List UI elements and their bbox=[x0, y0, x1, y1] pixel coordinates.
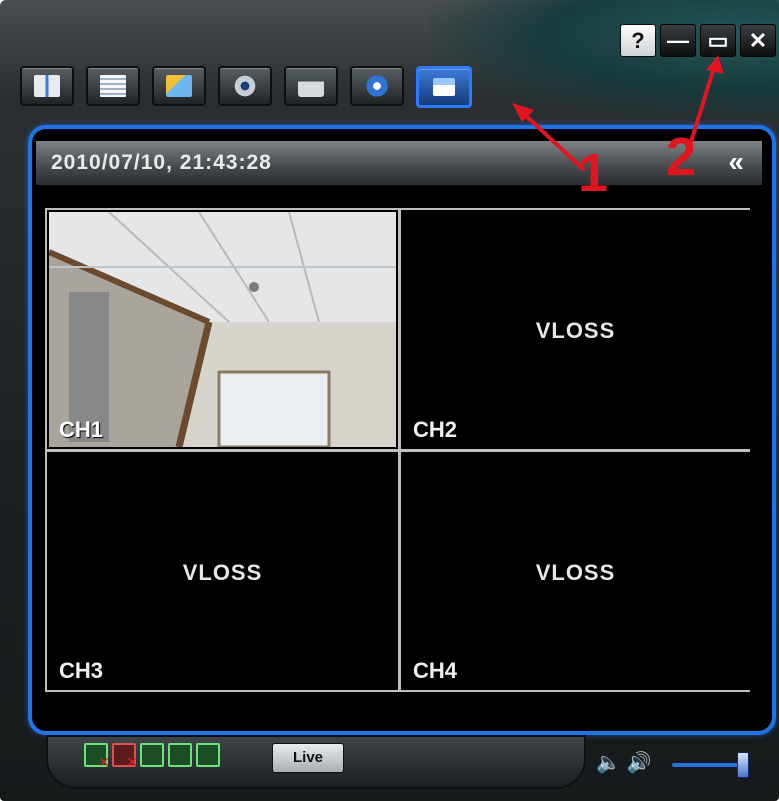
channel-label: CH1 bbox=[59, 417, 104, 442]
audio-controls: 🔈 🔊 bbox=[596, 750, 652, 774]
grid-divider-horizontal bbox=[47, 449, 748, 452]
channel-2-view[interactable]: VLOSS CH2 bbox=[401, 210, 750, 449]
layout-full-icon[interactable] bbox=[168, 743, 192, 767]
hand-pointer-icon bbox=[433, 78, 455, 96]
video-loss-status: VLOSS bbox=[535, 318, 616, 343]
search-image-icon bbox=[166, 75, 192, 97]
maximize-button[interactable]: ▭ bbox=[700, 24, 736, 57]
remote-config-button[interactable] bbox=[284, 66, 338, 106]
document-stack-icon bbox=[100, 75, 126, 97]
volume-slider-track[interactable] bbox=[672, 763, 742, 767]
mute-speaker-icon[interactable]: 🔈 bbox=[596, 750, 621, 774]
live-view-titlebar: 2010/07/10, 21:43:28 « bbox=[36, 141, 762, 185]
channel-4-view[interactable]: VLOSS CH4 bbox=[401, 452, 750, 690]
live-button[interactable]: Live bbox=[272, 743, 344, 773]
gear-icon bbox=[232, 75, 258, 97]
information-button[interactable] bbox=[350, 66, 404, 106]
speaker-volume-icon[interactable]: 🔊 bbox=[627, 750, 652, 774]
book-icon bbox=[34, 75, 60, 97]
bottom-control-bar: ✕ ✕ Live bbox=[46, 735, 586, 789]
volume-slider-handle[interactable] bbox=[737, 752, 749, 778]
channel-1-view[interactable]: CH1 bbox=[47, 210, 398, 449]
channel-label: CH2 bbox=[413, 417, 458, 442]
video-loss-status: VLOSS bbox=[535, 560, 616, 585]
info-icon bbox=[364, 75, 390, 97]
camera-feed-image bbox=[49, 212, 396, 447]
header-decoration bbox=[430, 0, 779, 120]
video-loss-status: VLOSS bbox=[182, 560, 263, 585]
search-button[interactable] bbox=[152, 66, 206, 106]
annotation-1: 1 bbox=[578, 143, 609, 203]
channel-3-view[interactable]: VLOSS CH3 bbox=[47, 452, 398, 690]
layout-single-close-icon[interactable]: ✕ bbox=[112, 743, 138, 771]
annotation-2: 2 bbox=[666, 127, 697, 187]
settings-button[interactable] bbox=[218, 66, 272, 106]
dvr-viewer-window: ? — ▭ ✕ 2010/07/10, 21:43:28 « CH1 VLOSS… bbox=[0, 0, 779, 801]
layout-buttons: ✕ ✕ bbox=[84, 743, 220, 771]
window-controls: ? — ▭ ✕ bbox=[620, 24, 776, 57]
datetime-display: 2010/07/10, 21:43:28 bbox=[51, 151, 272, 174]
layout-cascade-icon[interactable] bbox=[140, 743, 164, 767]
channel-grid: CH1 VLOSS CH2 VLOSS CH3 VLOSS CH4 bbox=[45, 208, 750, 692]
live-window-button[interactable] bbox=[416, 66, 472, 108]
channel-label: CH4 bbox=[413, 658, 458, 683]
help-button[interactable]: ? bbox=[620, 24, 656, 57]
close-button[interactable]: ✕ bbox=[740, 24, 776, 57]
collapse-panel-button[interactable]: « bbox=[728, 146, 744, 178]
camera-icon bbox=[298, 75, 324, 97]
channel-label: CH3 bbox=[59, 658, 104, 683]
record-list-button[interactable] bbox=[86, 66, 140, 106]
main-toolbar bbox=[20, 66, 472, 108]
minimize-button[interactable]: — bbox=[660, 24, 696, 57]
address-book-button[interactable] bbox=[20, 66, 74, 106]
layout-square-icon[interactable] bbox=[196, 743, 220, 767]
layout-quad-close-icon[interactable]: ✕ bbox=[84, 743, 110, 771]
